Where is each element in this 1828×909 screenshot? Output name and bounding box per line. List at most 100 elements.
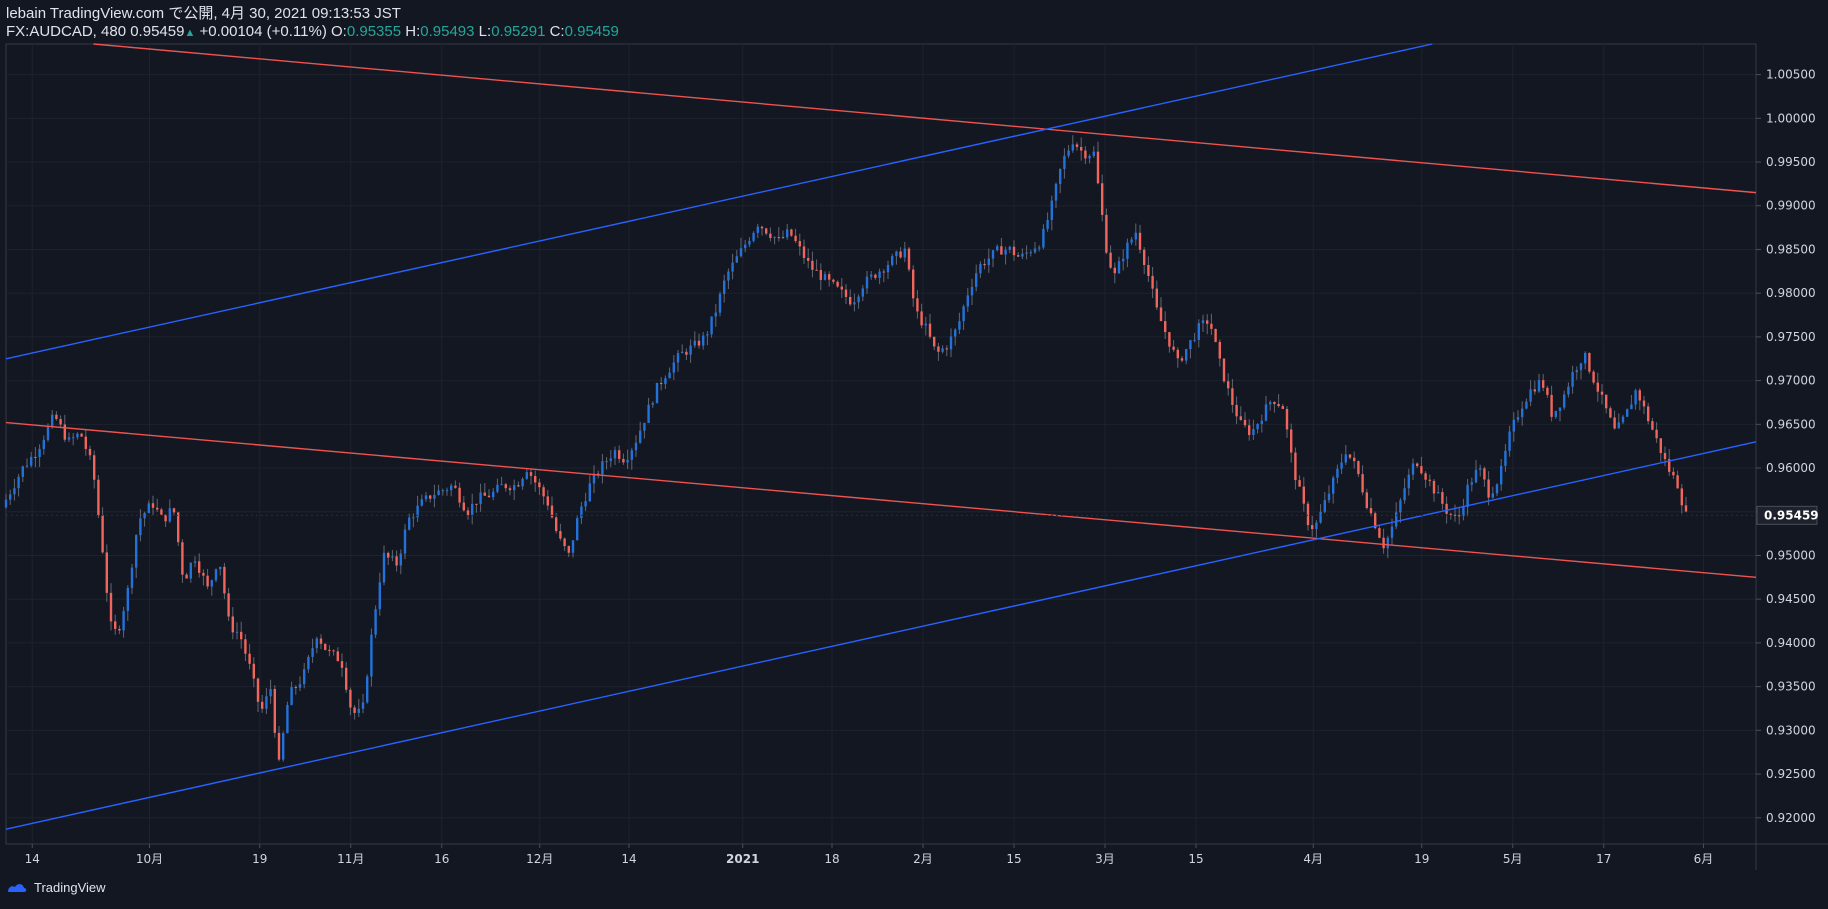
candle-body <box>198 561 201 573</box>
candle-body <box>882 271 885 273</box>
candle-body <box>1348 454 1352 458</box>
time-axis[interactable]: 14 10月 19 11月 16 12月 14 2021 18 2月 15 3月 15 4月 19 5月 17 6… <box>25 844 1714 866</box>
candle-body <box>1071 144 1074 151</box>
candle-body <box>290 687 293 705</box>
candle-body <box>781 237 785 239</box>
candle-body <box>609 458 612 462</box>
current-price-marker: 0.95459 <box>6 505 1819 525</box>
candle-body <box>874 274 877 278</box>
candle-body <box>1235 404 1238 417</box>
candle-body <box>655 382 659 404</box>
candle-body <box>433 495 436 499</box>
candle-body <box>1306 503 1310 526</box>
candle-body <box>786 229 789 238</box>
candle-body <box>1147 265 1150 276</box>
candle-body <box>542 487 545 497</box>
candle-body <box>1600 391 1604 395</box>
candle-body <box>340 661 344 668</box>
candle-body <box>870 274 873 277</box>
candle-body <box>580 506 583 519</box>
candle-body <box>588 483 591 502</box>
candle-body <box>471 503 474 516</box>
candle-body <box>1403 488 1406 501</box>
candle-body <box>718 293 722 313</box>
candle-body <box>1172 346 1175 350</box>
candle-body <box>1634 390 1637 405</box>
candle-body <box>1630 404 1633 410</box>
price-chart[interactable]: 1.00500 1.00000 0.99500 0.99000 0.98500 0.980… <box>0 0 1828 909</box>
candle-body <box>546 496 549 506</box>
candle-body <box>979 263 982 274</box>
candle-body <box>248 653 251 664</box>
candle-body <box>601 461 604 475</box>
candle-body <box>168 508 171 522</box>
candle-body <box>1206 320 1209 324</box>
candle-body <box>265 696 268 709</box>
candle-body <box>34 456 37 458</box>
candle-body <box>1033 248 1037 253</box>
price-tick-label: 0.94500 <box>1766 592 1816 606</box>
candle-body <box>681 351 684 354</box>
candle-body <box>1642 400 1646 407</box>
candle-body <box>634 442 638 451</box>
candle-body <box>1378 528 1381 538</box>
grid <box>6 44 1756 844</box>
candle-body <box>361 702 365 709</box>
candle-body <box>605 461 608 463</box>
candle-body <box>1437 492 1440 494</box>
candle-body <box>1651 421 1654 430</box>
time-tick-label: 19 <box>1414 852 1429 866</box>
candle-body <box>811 260 814 270</box>
price-axis[interactable]: 1.00500 1.00000 0.99500 0.99000 0.98500 0.980… <box>1756 68 1816 825</box>
candle-body <box>937 346 940 352</box>
candle-body <box>353 707 356 713</box>
candle-body <box>420 499 423 506</box>
candle-body <box>613 450 617 459</box>
candle-body <box>311 648 314 657</box>
candle-body <box>1365 492 1368 509</box>
time-tick-label: 18 <box>824 852 839 866</box>
price-tick-label: 1.00000 <box>1766 111 1816 125</box>
candle-body <box>1521 408 1524 418</box>
candle-body <box>1193 339 1196 341</box>
candle-body <box>790 229 793 236</box>
time-tick-label: 11月 <box>337 852 364 866</box>
candle-body <box>1231 388 1234 405</box>
candle-body <box>84 436 87 449</box>
candle-body <box>1500 465 1503 485</box>
candle-body <box>1382 537 1385 549</box>
candle-body <box>67 437 71 440</box>
candle-body <box>1197 323 1200 340</box>
candle-body <box>193 561 197 563</box>
candle-body <box>815 269 818 271</box>
candle-body <box>1663 453 1667 460</box>
time-tick-label: 16 <box>434 852 449 866</box>
candle-body <box>72 437 75 439</box>
candle-body <box>844 289 848 297</box>
candle-body <box>668 372 671 379</box>
candle-body <box>462 502 465 511</box>
candle-body <box>1613 417 1616 429</box>
candle-body <box>1273 401 1276 404</box>
candle-body <box>256 678 260 702</box>
candle-body <box>933 336 936 347</box>
price-tick-label: 0.93500 <box>1766 680 1816 694</box>
candle-body <box>1105 214 1108 253</box>
candle-body <box>857 296 860 303</box>
candle-body <box>693 340 696 346</box>
time-tick-label: 12月 <box>526 852 553 866</box>
candle-body <box>1092 151 1095 156</box>
candle-body <box>1537 380 1541 392</box>
candle-body <box>1579 363 1583 371</box>
candle-body <box>366 676 369 703</box>
candle-body <box>1029 252 1032 254</box>
candle-body <box>1101 183 1104 215</box>
candle-body <box>727 271 730 281</box>
candles <box>4 135 1688 762</box>
candle-body <box>664 378 667 385</box>
candle-body <box>492 491 495 498</box>
candle-body <box>227 593 230 617</box>
candle-body <box>189 562 192 579</box>
candle-body <box>987 258 990 266</box>
price-tick-label: 0.92500 <box>1766 767 1816 781</box>
